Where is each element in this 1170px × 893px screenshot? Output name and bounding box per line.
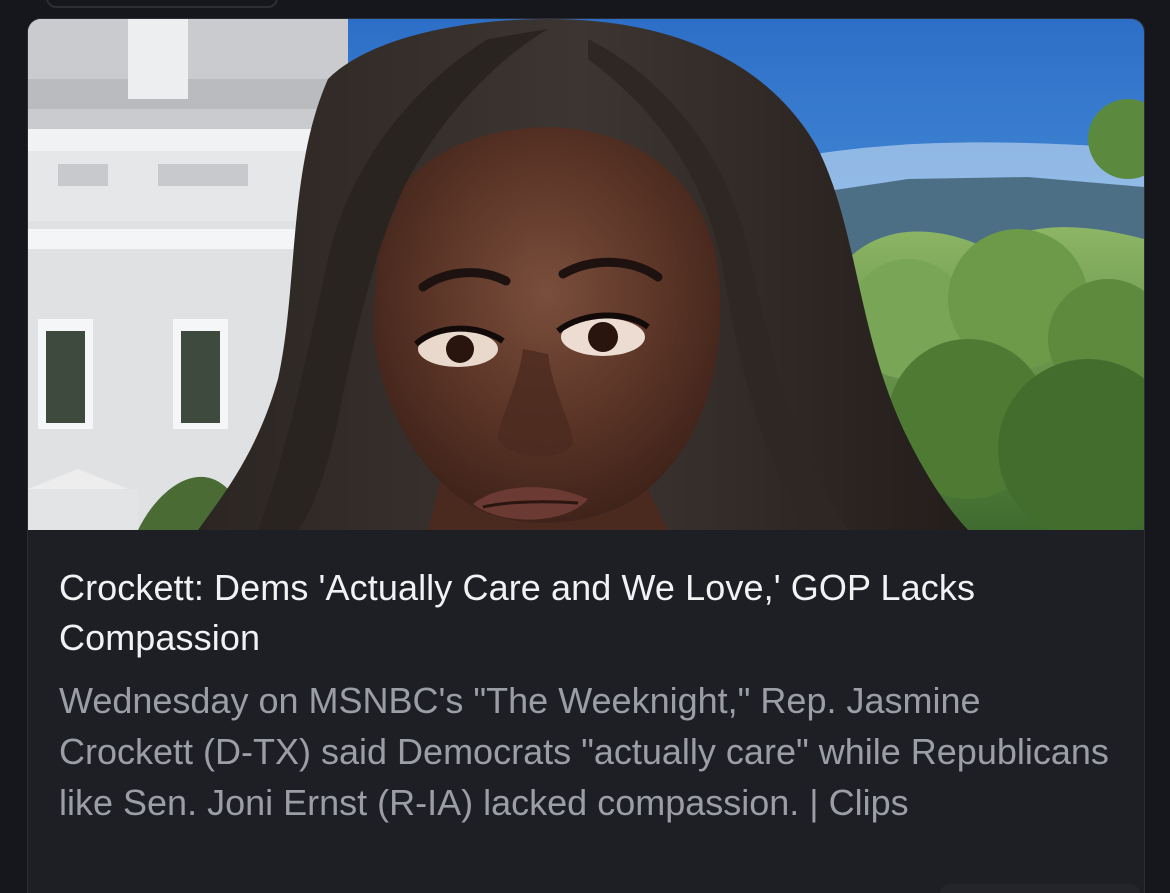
next-card-edge — [940, 884, 1140, 893]
summary-text: Wednesday on MSNBC's "The Weeknight," Re… — [59, 680, 1109, 823]
article-category: Clips — [828, 782, 909, 823]
previous-card-edge — [46, 0, 278, 8]
summary-separator: | — [799, 782, 829, 823]
article-thumbnail-image[interactable] — [28, 19, 1144, 530]
article-card[interactable]: Crockett: Dems 'Actually Care and We Lov… — [27, 18, 1145, 893]
article-summary: Wednesday on MSNBC's "The Weeknight," Re… — [59, 675, 1124, 828]
article-headline[interactable]: Crockett: Dems 'Actually Care and We Lov… — [59, 563, 1119, 663]
news-feed-page: Crockett: Dems 'Actually Care and We Lov… — [0, 0, 1170, 893]
